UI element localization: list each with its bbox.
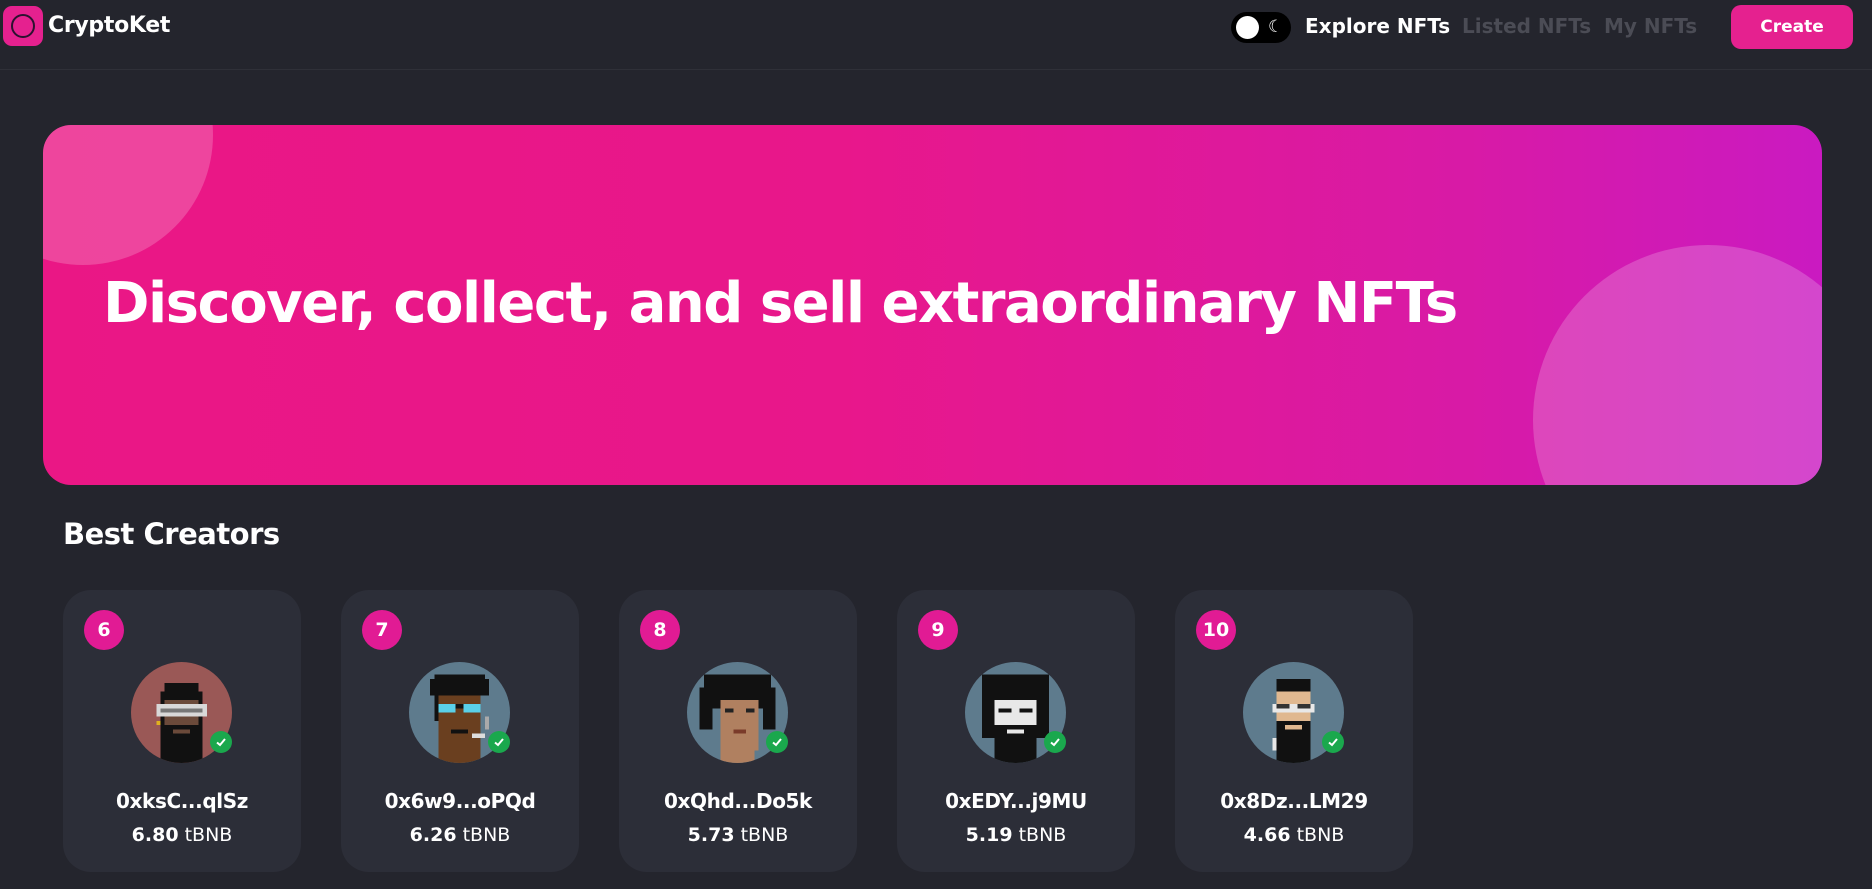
balance-value: 4.66	[1243, 824, 1291, 846]
balance-currency: tBNB	[740, 824, 789, 846]
balance-currency: tBNB	[184, 824, 233, 846]
balance-value: 5.73	[687, 824, 735, 846]
decorative-circle	[1533, 245, 1822, 485]
rank-badge: 6	[84, 610, 124, 650]
verified-check-icon	[210, 731, 232, 753]
balance-currency: tBNB	[462, 824, 511, 846]
navbar: CryptoKet ☾ Explore NFTs Listed NFTs My …	[0, 0, 1872, 70]
verified-check-icon	[1044, 731, 1066, 753]
creator-card[interactable]: 10 0x8Dz...LM29 4.66 tBNB	[1175, 590, 1413, 872]
creator-card[interactable]: 9 0xEDY...j9MU 5.19 tBNB	[897, 590, 1135, 872]
creator-address: 0xQhd...Do5k	[664, 789, 812, 813]
balance-value: 6.80	[131, 824, 179, 846]
rank-badge: 8	[640, 610, 680, 650]
creator-address: 0x8Dz...LM29	[1220, 789, 1368, 813]
toggle-knob	[1236, 16, 1259, 39]
creator-balance: 4.66 tBNB	[1175, 824, 1413, 846]
create-button[interactable]: Create	[1731, 5, 1853, 49]
verified-check-icon	[1322, 731, 1344, 753]
decorative-circle	[43, 125, 213, 265]
nav-listed-nfts[interactable]: Listed NFTs	[1462, 14, 1591, 38]
theme-toggle[interactable]: ☾	[1231, 12, 1291, 43]
verified-check-icon	[766, 731, 788, 753]
creator-card[interactable]: 8 0xQhd...Do5k 5.73 tBNB	[619, 590, 857, 872]
balance-value: 5.19	[965, 824, 1013, 846]
moon-icon: ☾	[1268, 17, 1284, 37]
rank-badge: 10	[1196, 610, 1236, 650]
balance-currency: tBNB	[1018, 824, 1067, 846]
hero-banner: Discover, collect, and sell extraordinar…	[43, 125, 1822, 485]
banner-title: Discover, collect, and sell extraordinar…	[103, 271, 1458, 336]
rank-badge: 9	[918, 610, 958, 650]
nav-my-nfts[interactable]: My NFTs	[1604, 14, 1697, 38]
verified-check-icon	[488, 731, 510, 753]
creator-balance: 5.19 tBNB	[897, 824, 1135, 846]
creator-address: 0xEDY...j9MU	[945, 789, 1087, 813]
creator-card[interactable]: 6 0xksC...qlSz 6.80 tBNB	[63, 590, 301, 872]
section-title: Best Creators	[63, 517, 280, 551]
creator-address: 0x6w9...oPQd	[384, 789, 536, 813]
creator-balance: 6.26 tBNB	[341, 824, 579, 846]
creator-balance: 5.73 tBNB	[619, 824, 857, 846]
ring-logo-icon[interactable]	[3, 6, 43, 46]
creator-balance: 6.80 tBNB	[63, 824, 301, 846]
brand-name[interactable]: CryptoKet	[48, 13, 170, 38]
balance-currency: tBNB	[1296, 824, 1345, 846]
creator-address: 0xksC...qlSz	[116, 789, 248, 813]
balance-value: 6.26	[409, 824, 457, 846]
creator-card[interactable]: 7 0x6w9...oPQd 6.26 tBNB	[341, 590, 579, 872]
rank-badge: 7	[362, 610, 402, 650]
nav-explore-nfts[interactable]: Explore NFTs	[1305, 14, 1450, 38]
